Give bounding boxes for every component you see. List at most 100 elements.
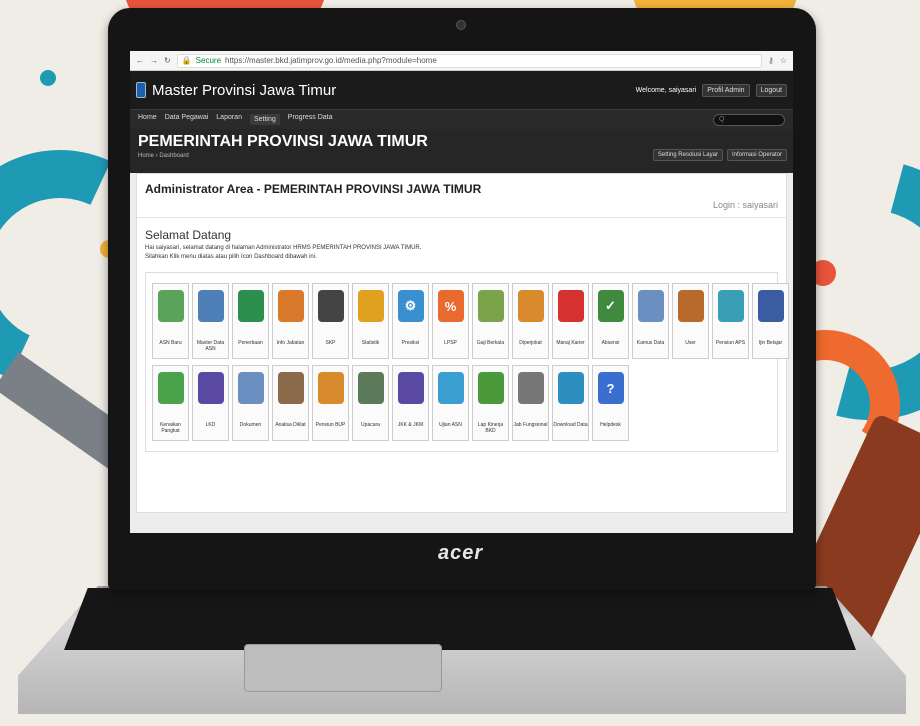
users-icon — [677, 290, 704, 322]
url-text: https://master.bkd.jatimprov.go.id/media… — [225, 56, 437, 65]
welcome-title: Selamat Datang — [145, 228, 232, 242]
document-stack-icon — [237, 372, 264, 404]
bar-chart-icon — [517, 372, 544, 404]
tile-label: Lap Kinerja BKD — [477, 422, 504, 434]
dashboard-tile-asn-baru[interactable]: ASN Baru — [152, 283, 189, 359]
target-icon — [317, 290, 344, 322]
dashboard-tile-kenaikan-pangkat[interactable]: Kenaikan Pangkat — [152, 365, 189, 441]
logout-button[interactable]: Logout — [755, 83, 787, 97]
tile-label: Jab Fungsional — [513, 422, 548, 428]
profile-button[interactable]: Profil Admin — [702, 83, 750, 97]
tile-label: Penerbaan — [238, 340, 263, 346]
resolution-button[interactable]: Setting Resolusi Layar — [652, 149, 723, 161]
admin-panel: Administrator Area - PEMERINTAH PROVINSI… — [136, 173, 789, 513]
dashboard-tile-lkd[interactable]: LKD — [192, 365, 229, 441]
dashboard-tile-skp[interactable]: SKP — [312, 283, 349, 359]
dashboard-tile-user[interactable]: User — [672, 283, 709, 359]
dashboard-tile-info-jabatan[interactable]: Info Jabatan — [272, 283, 309, 359]
forward-icon[interactable]: → — [150, 56, 158, 65]
document-icon — [637, 290, 664, 322]
dashboard-tile-gaji-berkala[interactable]: Gaji Berkala — [472, 283, 509, 359]
tile-label: ASN Baru — [159, 340, 182, 346]
tile-label: Absensi — [601, 340, 620, 346]
tile-label: Statistik — [361, 340, 380, 346]
dashboard-grid: ASN Baru Master Data ASN Penerbaan Info Jab… — [145, 272, 789, 452]
seal-icon — [397, 372, 424, 404]
dashboard-tile-diperjokat[interactable]: Diperjokat — [512, 283, 549, 359]
dashboard-tile-jab-fungsional[interactable]: Jab Fungsional — [512, 365, 549, 441]
dashboard-tile-jkk-jkm[interactable]: JKK & JKM — [392, 365, 429, 441]
screen: ← → ↻ 🔒 Secure https://master.bkd.jatimp… — [130, 51, 793, 533]
back-icon[interactable]: ← — [136, 56, 144, 65]
reload-icon[interactable]: ↻ — [164, 56, 171, 65]
operator-info-button[interactable]: Informasi Operator — [726, 149, 787, 161]
book-icon — [237, 290, 264, 322]
star-icon[interactable]: ☆ — [780, 56, 787, 65]
tile-label: LKD — [205, 422, 216, 428]
seal-icon — [197, 372, 224, 404]
tile-label: User — [685, 340, 696, 346]
tile-label: Kenaikan Pangkat — [160, 422, 181, 434]
tile-label: Master Data ASN — [196, 340, 225, 352]
dashboard-tile-absensi[interactable]: ✓ Absensi — [592, 283, 629, 359]
laptop-brand: acer — [438, 542, 484, 564]
dashboard-tile-download-data[interactable]: Download Data — [552, 365, 589, 441]
nav-progress-data[interactable]: Progress Data — [288, 114, 333, 125]
dashboard-tile-kamus-data[interactable]: Kamus Data — [632, 283, 669, 359]
welcome-text: Welcome, saiyasari — [635, 86, 697, 94]
dashboard-tile-upacara[interactable]: Upacara — [352, 365, 389, 441]
dashboard-tile-pensiun-bup[interactable]: Pensiun BUP — [312, 365, 349, 441]
nav-setting[interactable]: Setting — [249, 114, 280, 125]
search-input[interactable] — [713, 113, 785, 126]
tile-label: Ijin Belajar — [758, 340, 783, 346]
gear-icon: ⚙ — [397, 290, 424, 322]
tile-label: Upacara — [361, 422, 380, 428]
nav-home[interactable]: Home — [138, 114, 157, 125]
runner-icon — [557, 290, 584, 322]
dashboard-tile-master-data-asn[interactable]: Master Data ASN — [192, 283, 229, 359]
person-icon — [517, 290, 544, 322]
address-bar[interactable]: 🔒 Secure https://master.bkd.jatimprov.go… — [176, 53, 762, 68]
money-icon — [477, 290, 504, 322]
dashboard-tile-ijin-belajar[interactable]: Ijin Belajar — [752, 283, 789, 359]
dashboard-tile-lpsp[interactable]: % LPSP — [432, 283, 469, 359]
app-title[interactable]: Master Provinsi Jawa Timur — [152, 82, 336, 99]
tile-label: Info Jabatan — [276, 340, 305, 346]
tile-label: Pensiun APS — [715, 340, 746, 346]
handshake-icon — [317, 372, 344, 404]
tile-label: LPSP — [444, 340, 457, 346]
tile-label: Kamus Data — [636, 340, 665, 346]
puzzle-icon — [477, 372, 504, 404]
dashboard-tile-penerbaan[interactable]: Penerbaan — [232, 283, 269, 359]
page-hero: PEMERINTAH PROVINSI JAWA TIMUR Home › Da… — [130, 129, 793, 173]
tile-label: Manaj Karier — [556, 340, 585, 346]
dashboard-tile-helpdesk[interactable]: ? Helpdesk — [592, 365, 629, 441]
lock-icon: 🔒 — [181, 56, 192, 65]
presentation-icon — [277, 372, 304, 404]
nav-laporan[interactable]: Laporan — [216, 114, 242, 125]
tile-label: Helpdesk — [600, 422, 621, 428]
tile-label: Diperjokat — [519, 340, 542, 346]
welcome-line-1: Hai saiyasari, selamat datang di halaman… — [145, 245, 422, 251]
dashboard-tile-manaj-karier[interactable]: Manaj Karier — [552, 283, 589, 359]
welcome-line-2: Silahkan Klik menu diatas atau pilih Ico… — [145, 254, 317, 260]
decor-dot — [40, 70, 56, 86]
tile-label: Download Data — [553, 422, 588, 428]
nav-data-pegawai[interactable]: Data Pegawai — [165, 114, 209, 125]
terminal-icon — [357, 372, 384, 404]
umbrella-icon — [717, 290, 744, 322]
tile-label: SKP — [325, 340, 336, 346]
key-icon[interactable]: ⚷ — [768, 56, 774, 65]
dashboard-tile-analisa-diklat[interactable]: Analisa Diklat — [272, 365, 309, 441]
dashboard-tile-statistik[interactable]: Statistik — [352, 283, 389, 359]
pie-chart-icon — [357, 290, 384, 322]
panel-title: Administrator Area - PEMERINTAH PROVINSI… — [145, 182, 482, 196]
tile-label: Dokumen — [239, 422, 262, 428]
dashboard-tile-presiksi[interactable]: ⚙ Presiksi — [392, 283, 429, 359]
database-icon — [197, 290, 224, 322]
dashboard-tile-lap-kinerja-bkd[interactable]: Lap Kinerja BKD — [472, 365, 509, 441]
dashboard-tile-pensiun-aps[interactable]: Pensiun APS — [712, 283, 749, 359]
tile-label: Gaji Berkala — [476, 340, 505, 346]
dashboard-tile-dokumen[interactable]: Dokumen — [232, 365, 269, 441]
dashboard-tile-ujian-asn[interactable]: Ujian ASN — [432, 365, 469, 441]
